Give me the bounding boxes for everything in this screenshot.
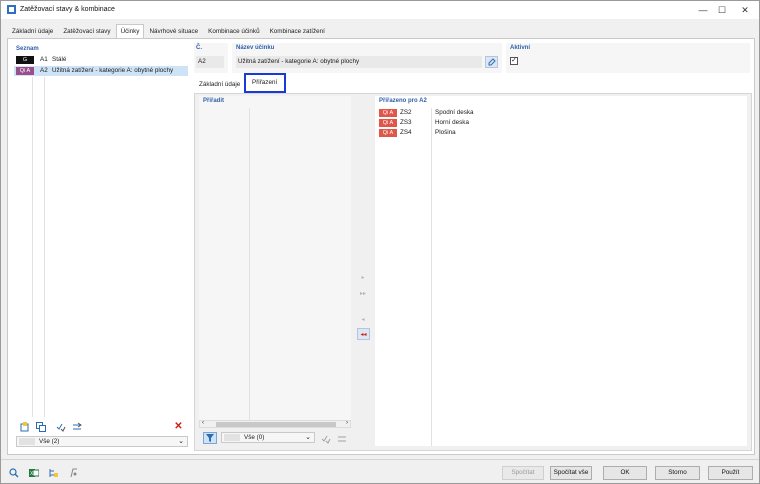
action-number: A1 <box>40 56 48 63</box>
number-field[interactable]: A2 <box>196 56 224 68</box>
assign-source-list: Přiřadit <box>199 96 351 420</box>
action-number: A2 <box>40 67 48 74</box>
action-name: Stálé <box>52 56 67 63</box>
subtab-assignment[interactable]: Přiřazení <box>244 73 286 93</box>
tab-action-combinations[interactable]: Kombinace účinků <box>203 24 264 38</box>
column-divider <box>32 77 33 417</box>
main-tabs: Základní údaje Zatěžovací stavy Účinky N… <box>7 24 330 39</box>
active-field-group: Aktivní ✓ <box>506 43 750 73</box>
tab-basic-data[interactable]: Základní údaje <box>7 24 58 38</box>
name-field-group: Název účinku Užitná zatížení - kategorie… <box>232 43 502 73</box>
load-case-code: ZS4 <box>400 129 412 136</box>
main-panel: Seznam G A1 Stálé Qi A A2 Užitná zatížen… <box>7 38 755 455</box>
apply-button[interactable]: Použít <box>708 466 753 480</box>
filter-swatch <box>224 434 240 441</box>
scroll-left-icon[interactable]: ‹ <box>202 420 204 426</box>
horizontal-scrollbar[interactable]: ‹ › <box>199 420 351 428</box>
category-tag: Qi A <box>379 119 397 127</box>
search-icon[interactable] <box>7 466 20 479</box>
list-header: Seznam <box>16 46 39 52</box>
column-divider <box>44 77 45 417</box>
assign-filter-value: Vše (0) <box>244 434 265 441</box>
table-settings-icon[interactable] <box>47 466 60 479</box>
close-button[interactable]: ✕ <box>738 4 752 16</box>
number-label: Č. <box>196 45 202 51</box>
load-case-name: Horní deska <box>435 119 469 126</box>
assignment-panel: Přiřadit ‹ › Vše (0) ⌄ ▸ ▸▸ ◂ ◂◂ Přiřaze… <box>194 93 752 451</box>
number-field-group: Č. A2 <box>194 43 228 73</box>
move-all-right-icon[interactable]: ▸▸ <box>357 288 369 299</box>
filter-swatch <box>19 438 35 445</box>
subtab-basic-data[interactable]: Základní údaje <box>194 77 245 91</box>
list-filter-select[interactable]: Vše (2) ⌄ <box>16 436 188 447</box>
column-divider <box>431 108 432 446</box>
minimize-button[interactable]: — <box>696 4 710 16</box>
list-panel: Seznam G A1 Stálé Qi A A2 Užitná zatížen… <box>10 41 190 451</box>
title-bar: Zatěžovací stavy & kombinace — ☐ ✕ <box>1 1 759 19</box>
check-all-icon[interactable] <box>54 420 67 433</box>
name-field[interactable]: Užitná zatížení - kategorie A: obytné pl… <box>236 56 482 68</box>
load-case-name: Plošina <box>435 129 456 136</box>
category-tag: Qi A <box>16 67 34 75</box>
maximize-button[interactable]: ☐ <box>715 4 729 16</box>
tab-load-combinations[interactable]: Kombinace zatížení <box>265 24 330 38</box>
filter-icon[interactable] <box>203 432 217 444</box>
cancel-button[interactable]: Storno <box>655 466 700 480</box>
tab-design-situations[interactable]: Návrhové situace <box>144 24 203 38</box>
list-item-selected[interactable]: Qi A A2 Užitná zatížení - kategorie A: o… <box>14 66 188 76</box>
action-name: Užitná zatížení - kategorie A: obytné pl… <box>52 67 174 74</box>
details-icon[interactable] <box>67 466 80 479</box>
assigned-row[interactable]: Qi A ZS3 Horní deska <box>377 118 677 128</box>
load-case-name: Spodní deska <box>435 109 474 116</box>
chevron-down-icon: ⌄ <box>178 438 184 445</box>
bottom-bar: X Spočítat Spočítat vše OK Storno Použít <box>1 459 759 483</box>
ok-button[interactable]: OK <box>603 466 647 480</box>
new-item-icon[interactable] <box>18 420 31 433</box>
move-all-left-icon[interactable]: ◂◂ <box>357 328 370 340</box>
category-tag: Qi A <box>379 129 397 137</box>
assigned-header: Přiřazeno pro A2 <box>379 98 427 104</box>
tab-actions[interactable]: Účinky <box>115 24 145 39</box>
uncheck-all-icon[interactable] <box>335 432 348 445</box>
assign-filter-select[interactable]: Vše (0) ⌄ <box>221 432 315 443</box>
dialog-window: Zatěžovací stavy & kombinace — ☐ ✕ Zákla… <box>0 0 760 484</box>
edit-icon[interactable] <box>485 56 498 68</box>
delete-icon[interactable]: ✕ <box>172 420 185 433</box>
calculate-all-button[interactable]: Spočítat vše <box>550 466 592 480</box>
window-title: Zatěžovací stavy & kombinace <box>20 6 115 13</box>
check-all-icon[interactable] <box>319 432 332 445</box>
chevron-down-icon: ⌄ <box>305 434 311 441</box>
copy-item-icon[interactable] <box>34 420 47 433</box>
calculate-button[interactable]: Spočítat <box>502 466 544 480</box>
active-label: Aktivní <box>510 45 531 51</box>
sub-tabs: Základní údaje <box>194 77 245 91</box>
active-checkbox[interactable]: ✓ <box>510 57 518 65</box>
category-tag: G <box>16 56 34 64</box>
tab-load-cases[interactable]: Zatěžovací stavy <box>58 24 115 38</box>
app-icon <box>7 5 16 14</box>
list-item[interactable]: G A1 Stálé <box>14 55 188 65</box>
category-tag: Qi A <box>379 109 397 117</box>
assign-source-header: Přiřadit <box>203 98 225 104</box>
move-left-icon[interactable]: ◂ <box>357 314 369 325</box>
assigned-row[interactable]: Qi A ZS2 Spodní deska <box>377 108 677 118</box>
name-label: Název účinku <box>236 45 275 51</box>
excel-export-icon[interactable]: X <box>27 466 40 479</box>
list-filter-value: Vše (2) <box>39 438 60 445</box>
move-right-icon[interactable]: ▸ <box>357 272 369 283</box>
scrollbar-thumb[interactable] <box>216 422 336 427</box>
load-case-code: ZS3 <box>400 119 412 126</box>
column-divider <box>249 108 250 420</box>
uncheck-all-icon[interactable] <box>70 420 83 433</box>
scroll-right-icon[interactable]: › <box>346 420 348 426</box>
load-case-code: ZS2 <box>400 109 412 116</box>
assigned-list: Přiřazeno pro A2 Qi A ZS2 Spodní deska Q… <box>375 96 747 446</box>
assigned-row[interactable]: Qi A ZS4 Plošina <box>377 128 677 138</box>
